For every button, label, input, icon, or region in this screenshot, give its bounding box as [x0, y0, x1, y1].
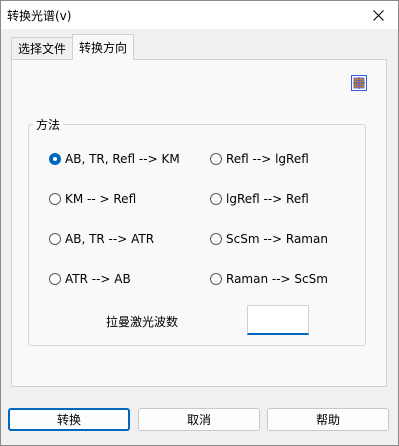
- window-title: 转换光谱(v): [7, 9, 72, 23]
- help-button[interactable]: 帮助: [267, 408, 389, 431]
- radio-indicator: [210, 273, 222, 285]
- radio-ab-tr-to-atr[interactable]: AB, TR --> ATR: [49, 231, 154, 247]
- radio-scsm-to-raman[interactable]: ScSm --> Raman: [210, 231, 328, 247]
- radio-checked-indicator: [49, 153, 61, 165]
- radio-km-to-refl[interactable]: KM -- > Refl: [49, 191, 136, 207]
- laser-wavenumber-label: 拉曼激光波数: [106, 315, 179, 329]
- convert-button[interactable]: 转换: [8, 408, 130, 431]
- tab-convert-direction[interactable]: 转换方向: [72, 34, 134, 60]
- radio-ab-tr-refl-to-km[interactable]: AB, TR, Refl --> KM: [49, 151, 180, 167]
- grid-settings-icon[interactable]: [351, 75, 367, 91]
- radio-indicator: [210, 193, 222, 205]
- radio-label: ScSm --> Raman: [226, 232, 328, 246]
- radio-indicator: [210, 233, 222, 245]
- group-title: 方法: [33, 116, 64, 133]
- close-icon: [372, 9, 384, 21]
- radio-label: ATR --> AB: [65, 272, 131, 286]
- radio-refl-to-lgrefl[interactable]: Refl --> lgRefl: [210, 151, 309, 167]
- radio-label: AB, TR --> ATR: [65, 232, 155, 246]
- radio-label: lgRefl --> Refl: [226, 192, 309, 206]
- radio-indicator: [210, 153, 222, 165]
- radio-raman-to-scsm[interactable]: Raman --> ScSm: [210, 271, 328, 287]
- laser-wavenumber-input[interactable]: [247, 305, 309, 335]
- radio-indicator: [49, 233, 61, 245]
- radio-label: Refl --> lgRefl: [226, 152, 309, 166]
- radio-label: AB, TR, Refl --> KM: [65, 152, 180, 166]
- cancel-button[interactable]: 取消: [138, 408, 260, 431]
- tab-select-file[interactable]: 选择文件: [11, 37, 73, 59]
- radio-lgrefl-to-refl[interactable]: lgRefl --> Refl: [210, 191, 309, 207]
- radio-label: KM -- > Refl: [65, 192, 137, 206]
- radio-label: Raman --> ScSm: [226, 272, 328, 286]
- radio-atr-to-ab[interactable]: ATR --> AB: [49, 271, 131, 287]
- radio-indicator: [49, 193, 61, 205]
- radio-indicator: [49, 273, 61, 285]
- close-button[interactable]: [358, 1, 398, 29]
- title-bar: 转换光谱(v): [1, 1, 398, 29]
